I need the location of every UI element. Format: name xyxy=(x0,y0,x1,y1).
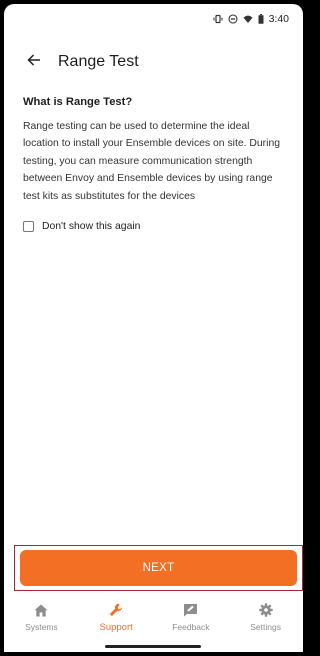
page-title: Range Test xyxy=(58,53,139,70)
nav-label-support: Support xyxy=(99,622,133,633)
home-icon xyxy=(34,602,48,618)
dont-show-again-row[interactable]: Don't show this again xyxy=(23,221,287,233)
wifi-icon xyxy=(243,14,253,24)
feedback-icon xyxy=(183,602,198,618)
arrow-left-icon xyxy=(27,53,41,71)
next-button[interactable]: NEXT xyxy=(20,550,297,586)
status-bar: 3:40 xyxy=(4,4,303,34)
nav-item-feedback[interactable]: Feedback xyxy=(154,595,229,641)
do-not-disturb-icon xyxy=(228,14,238,24)
section-heading: What is Range Test? xyxy=(23,96,133,108)
status-icons: 3:40 xyxy=(213,13,289,25)
next-button-highlight: NEXT xyxy=(14,545,303,591)
status-time: 3:40 xyxy=(268,13,289,25)
wrench-icon xyxy=(109,602,123,618)
app-bar: Range Test xyxy=(4,34,303,90)
nav-item-settings[interactable]: Settings xyxy=(228,595,303,641)
home-indicator[interactable] xyxy=(105,645,201,648)
dont-show-again-label: Don't show this again xyxy=(42,221,141,233)
nav-item-systems[interactable]: Systems xyxy=(4,595,79,641)
bottom-nav: Systems Support Feedback Settings xyxy=(4,595,303,641)
description-text: Range testing can be used to determine t… xyxy=(23,121,281,202)
nav-item-support[interactable]: Support xyxy=(79,595,154,641)
vibrate-icon xyxy=(213,14,223,24)
gear-icon xyxy=(258,602,273,618)
dont-show-again-checkbox[interactable] xyxy=(23,221,34,233)
nav-label-feedback: Feedback xyxy=(172,622,210,632)
back-button[interactable] xyxy=(10,38,58,86)
nav-label-settings: Settings xyxy=(250,622,281,632)
range-test-info: What is Range Test? Range testing can be… xyxy=(23,96,287,233)
battery-icon xyxy=(258,14,264,24)
nav-label-systems: Systems xyxy=(25,622,58,632)
gesture-bar-area xyxy=(4,640,303,652)
phone-screen: 3:40 Range Test What is Range Test? Rang… xyxy=(4,4,303,652)
